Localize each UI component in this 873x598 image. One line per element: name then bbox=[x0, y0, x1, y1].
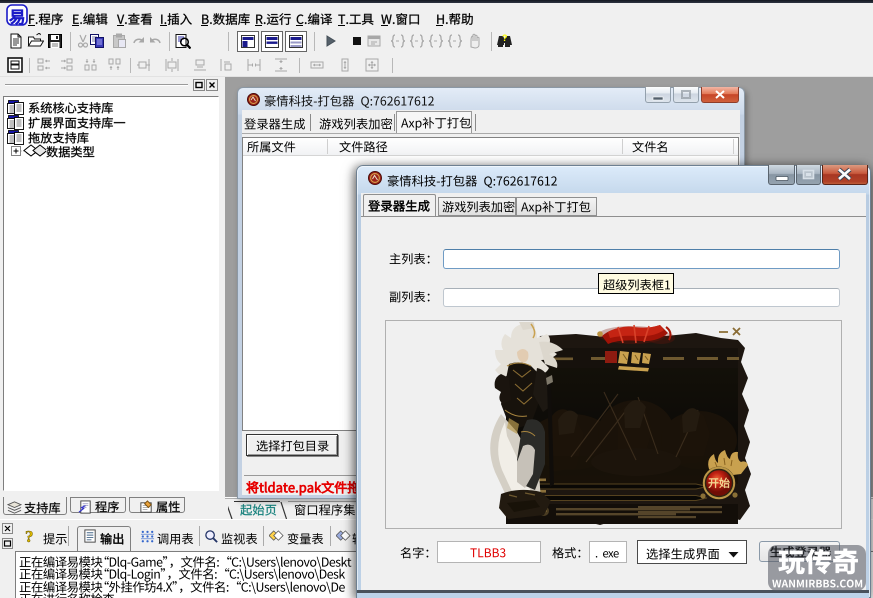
svg-text:?: ? bbox=[25, 528, 34, 544]
svg-text:?: ? bbox=[502, 33, 508, 43]
